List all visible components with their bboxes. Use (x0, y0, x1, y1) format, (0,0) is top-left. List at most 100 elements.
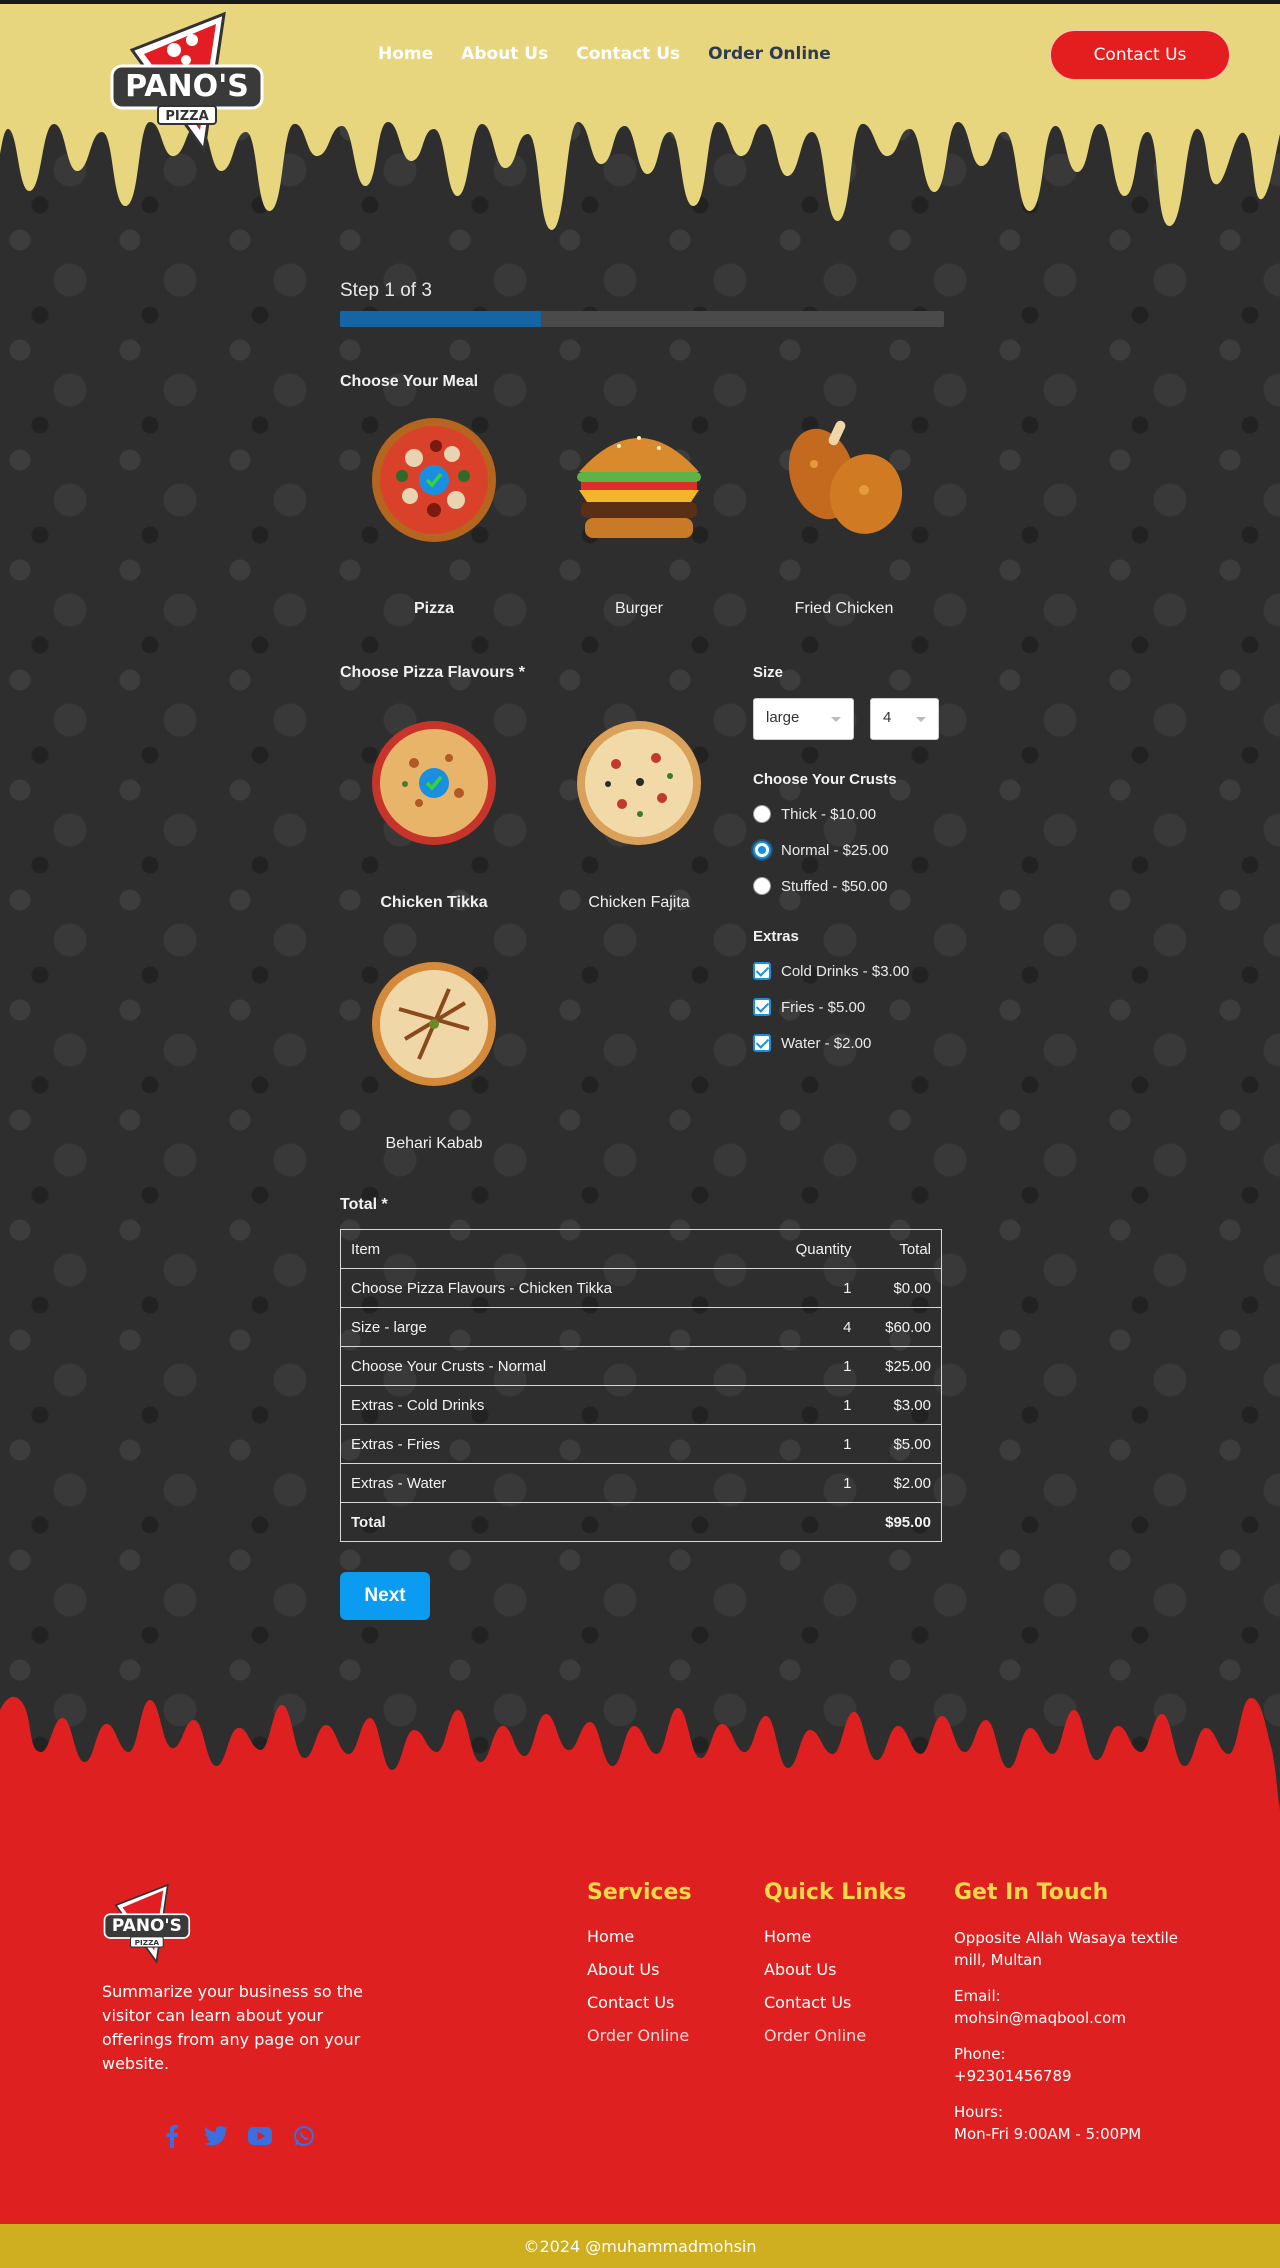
footer-description: Summarize your business so the visitor c… (102, 1982, 363, 2073)
chevron-down-icon (916, 717, 926, 722)
whatsapp-icon[interactable] (292, 2124, 316, 2148)
table-row: Extras - Fries 1 $5.00 (340, 1424, 942, 1464)
item-cell: Extras - Cold Drinks (340, 1385, 752, 1425)
footer-link-contact-us[interactable]: Contact Us (587, 1993, 692, 2012)
burger-image (569, 410, 709, 550)
footer-link-contact-us[interactable]: Contact Us (764, 1993, 906, 2012)
nav-about-us[interactable]: About Us (461, 44, 548, 64)
crust-option-normal[interactable]: Normal - $25.00 (753, 841, 889, 859)
svg-text:PIZZA: PIZZA (135, 1938, 160, 1947)
order-summary-table: Item Quantity Total Choose Pizza Flavour… (340, 1229, 942, 1542)
facebook-icon[interactable] (160, 2124, 184, 2148)
size-select-value: large (766, 709, 800, 726)
selected-check-icon (419, 465, 449, 495)
table-total-row: Total $95.00 (341, 1503, 942, 1542)
quantity-cell: 1 (751, 1346, 862, 1386)
chicken-fajita-pizza-image (574, 718, 704, 848)
meal-section-title: Choose Your Meal (340, 373, 479, 390)
crust-option-thick[interactable]: Thick - $10.00 (753, 805, 876, 823)
flavour-option-behari-kabab[interactable]: Behari Kabab (344, 959, 524, 1153)
youtube-icon[interactable] (248, 2124, 272, 2148)
footer-link-about-us[interactable]: About Us (587, 1960, 692, 1979)
main-nav: Home About Us Contact Us Order Online (378, 44, 831, 64)
address-text: Opposite Allah Wasaya textile mill, Mult… (954, 1929, 1179, 1969)
extras-title: Extras (753, 928, 799, 945)
footer-link-order-online[interactable]: Order Online (587, 2026, 692, 2045)
column-header: Item (340, 1229, 752, 1269)
nav-contact-us[interactable]: Contact Us (576, 44, 680, 64)
flavours-section-title: Choose Pizza Flavours * (340, 664, 525, 681)
total-cell: $25.00 (861, 1346, 942, 1386)
flavour-option-chicken-tikka[interactable]: Chicken Tikka (344, 718, 524, 912)
svg-text:PIZZA: PIZZA (165, 109, 208, 124)
hours-block: Hours: Mon-Fri 9:00AM - 5:00PM (954, 2101, 1194, 2145)
copyright-text: ©2024 @muhammadmohsin (523, 2236, 757, 2256)
header-contact-button[interactable]: Contact Us (1050, 30, 1230, 80)
flavour-label: Chicken Fajita (588, 894, 690, 911)
table-row: Extras - Water 1 $2.00 (340, 1463, 942, 1503)
hours-value: Mon-Fri 9:00AM - 5:00PM (954, 2125, 1142, 2143)
checkbox[interactable] (753, 998, 771, 1016)
extra-label: Fries - $5.00 (781, 998, 866, 1016)
meal-option-pizza[interactable]: Pizza (344, 410, 524, 618)
crust-option-stuffed[interactable]: Stuffed - $50.00 (753, 877, 887, 895)
extra-option-fries[interactable]: Fries - $5.00 (753, 998, 865, 1016)
meal-option-fried-chicken[interactable]: Fried Chicken (754, 410, 934, 618)
table-header-row: Item Quantity Total (340, 1229, 942, 1269)
phone-value[interactable]: +92301456789 (954, 2067, 1072, 2085)
meal-label: Pizza (413, 600, 454, 617)
quantity-cell: 4 (751, 1307, 862, 1347)
extra-option-water[interactable]: Water - $2.00 (753, 1034, 871, 1052)
crust-label: Thick - $10.00 (781, 805, 877, 823)
extra-option-cold-drinks[interactable]: Cold Drinks - $3.00 (753, 962, 909, 980)
size-select[interactable]: large (753, 698, 854, 740)
footer-link-home[interactable]: Home (587, 1927, 692, 1946)
table-row: Extras - Cold Drinks 1 $3.00 (340, 1385, 942, 1425)
footer-services: Services Home About Us Contact Us Order … (587, 1880, 692, 2059)
copyright-bar: ©2024 @muhammadmohsin (0, 2224, 1280, 2268)
phone-label: Phone: (954, 2045, 1006, 2063)
quantity-select[interactable]: 4 (870, 698, 939, 740)
twitter-icon[interactable] (204, 2124, 228, 2148)
meal-option-burger[interactable]: Burger (549, 410, 729, 618)
table-row: Size - large 4 $60.00 (340, 1307, 942, 1347)
progress-bar (340, 311, 944, 327)
svg-text:PANO'S: PANO'S (112, 1915, 182, 1935)
next-button[interactable]: Next (340, 1572, 430, 1620)
email-label: Email: (954, 1987, 1001, 2005)
hours-label: Hours: (954, 2103, 1003, 2121)
radio-button[interactable] (753, 841, 771, 859)
quantity-cell: 1 (751, 1385, 862, 1425)
nav-order-online[interactable]: Order Online (708, 44, 831, 64)
grand-total-cell: $95.00 (885, 1513, 931, 1531)
radio-button[interactable] (753, 805, 771, 823)
total-title: Total * (340, 1196, 388, 1213)
size-title: Size (753, 664, 784, 681)
crust-label: Normal - $25.00 (781, 841, 889, 859)
total-cell: $0.00 (861, 1268, 942, 1308)
total-cell: $2.00 (861, 1463, 942, 1503)
checkbox[interactable] (753, 962, 771, 980)
phone-block: Phone: +92301456789 (954, 2043, 1194, 2087)
behari-kabab-pizza-image (369, 959, 499, 1089)
email-value[interactable]: mohsin@maqbool.com (954, 2009, 1126, 2027)
footer-link-order-online[interactable]: Order Online (764, 2026, 906, 2045)
flavour-option-chicken-fajita[interactable]: Chicken Fajita (549, 718, 729, 912)
fried-chicken-image (774, 410, 914, 550)
meal-label: Fried Chicken (794, 600, 894, 617)
footer-link-home[interactable]: Home (764, 1927, 906, 1946)
nav-home[interactable]: Home (378, 44, 433, 64)
pizza-image (364, 410, 504, 550)
progress-fill (340, 311, 542, 327)
table-row: Choose Your Crusts - Normal 1 $25.00 (340, 1346, 942, 1386)
pano-pizza-logo[interactable]: PANO'S PIZZA (104, 10, 274, 160)
item-cell: Extras - Water (340, 1463, 752, 1503)
footer-link-about-us[interactable]: About Us (764, 1960, 906, 1979)
footer-get-in-touch: Get In Touch Opposite Allah Wasaya texti… (954, 1880, 1194, 2159)
footer-logo[interactable]: PANO'S PIZZA (100, 1882, 196, 1968)
checkbox[interactable] (753, 1034, 771, 1052)
radio-button[interactable] (753, 877, 771, 895)
social-links (160, 2124, 316, 2148)
selected-check-icon (419, 768, 449, 798)
get-in-touch-heading: Get In Touch (954, 1880, 1109, 1905)
